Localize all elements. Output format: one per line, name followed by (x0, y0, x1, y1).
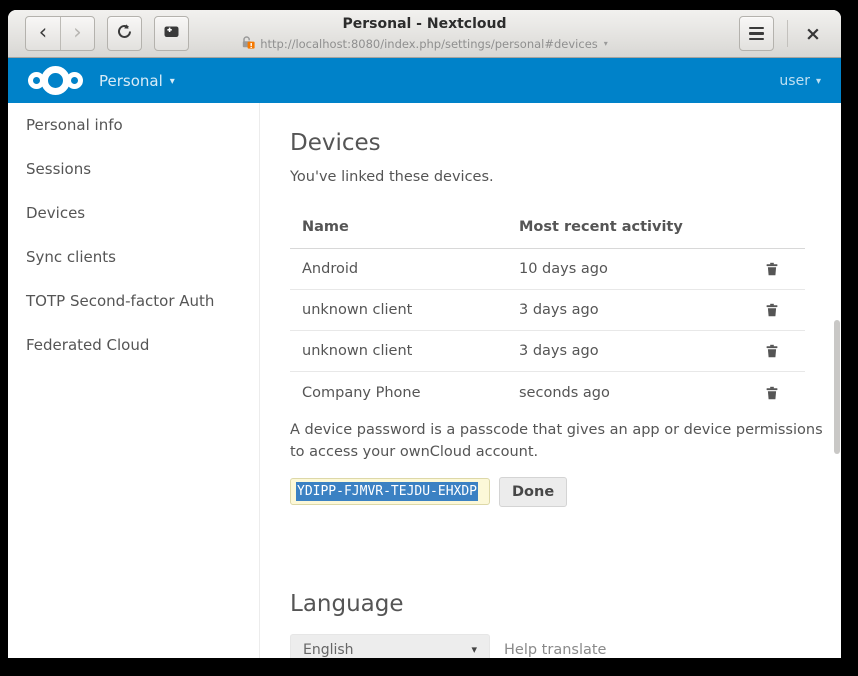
devices-table: Name Most recent activity Android 10 day… (290, 211, 805, 413)
table-row: unknown client 3 days ago (290, 331, 805, 372)
menu-icon (749, 27, 764, 40)
device-activity: 10 days ago (507, 249, 722, 290)
device-password-input[interactable]: YDIPP-FJMVR-TEJDU-EHXDP (290, 478, 490, 505)
nextcloud-logo-icon[interactable] (28, 66, 83, 95)
devices-subtitle: You've linked these devices. (290, 169, 841, 185)
url-dropdown-icon[interactable]: ▾ (604, 39, 608, 48)
device-activity: 3 days ago (507, 290, 722, 331)
back-icon: ‹ (39, 22, 47, 46)
device-name: unknown client (290, 331, 507, 372)
insecure-lock-icon (241, 35, 255, 52)
app-menu-caret-icon: ▾ (170, 74, 175, 87)
language-select-caret-icon: ▾ (471, 643, 477, 656)
reload-icon (116, 23, 133, 44)
done-button[interactable]: Done (499, 477, 567, 507)
app-menu-label: Personal (99, 72, 163, 90)
language-select[interactable]: English ▾ (290, 634, 490, 658)
nav-button-group: ‹ › (25, 16, 189, 51)
settings-content: Devices You've linked these devices. Nam… (260, 103, 841, 658)
back-button[interactable]: ‹ (26, 17, 60, 50)
trash-icon (764, 343, 780, 359)
language-selected-value: English (303, 642, 471, 658)
app-menu-button[interactable]: Personal ▾ (99, 72, 175, 90)
device-name: Android (290, 249, 507, 290)
sidebar-item-personal-info[interactable]: Personal info (8, 103, 259, 147)
table-row: Android 10 days ago (290, 249, 805, 290)
browser-window: ‹ › (8, 10, 841, 658)
url-text: http://localhost:8080/index.php/settings… (260, 37, 598, 51)
table-row: unknown client 3 days ago (290, 290, 805, 331)
titlebar-center: Personal - Nextcloud http://localhost:80… (168, 16, 681, 52)
forward-icon: › (73, 22, 81, 46)
sidebar-item-federated-cloud[interactable]: Federated Cloud (8, 323, 259, 367)
titlebar-right-group: × (739, 16, 826, 51)
browser-titlebar: ‹ › (8, 10, 841, 58)
window-title: Personal - Nextcloud (168, 16, 681, 33)
trash-icon (764, 261, 780, 277)
user-menu-caret-icon: ▾ (816, 74, 821, 87)
sidebar-item-sync-clients[interactable]: Sync clients (8, 235, 259, 279)
reload-button[interactable] (107, 16, 142, 51)
sidebar-item-sessions[interactable]: Sessions (8, 147, 259, 191)
close-icon: × (805, 23, 821, 45)
scrollbar[interactable] (834, 320, 840, 454)
help-translate-link[interactable]: Help translate (504, 642, 606, 658)
device-name: Company Phone (290, 372, 507, 413)
user-menu-label: user (779, 73, 810, 89)
settings-sidebar: Personal info Sessions Devices Sync clie… (8, 103, 260, 658)
device-password-hint: A device password is a passcode that giv… (290, 419, 830, 464)
menu-button[interactable] (739, 16, 774, 51)
history-buttons: ‹ › (25, 16, 95, 51)
devices-section-title: Devices (290, 130, 841, 156)
table-row: Company Phone seconds ago (290, 372, 805, 413)
device-activity: seconds ago (507, 372, 722, 413)
forward-button[interactable]: › (60, 17, 94, 50)
nextcloud-header: Personal ▾ user ▾ (8, 58, 841, 103)
user-menu-button[interactable]: user ▾ (779, 73, 821, 89)
sidebar-item-totp[interactable]: TOTP Second-factor Auth (8, 279, 259, 323)
device-password-value: YDIPP-FJMVR-TEJDU-EHXDP (296, 482, 478, 501)
settings-page: Personal info Sessions Devices Sync clie… (8, 103, 841, 658)
device-activity: 3 days ago (507, 331, 722, 372)
url-bar[interactable]: http://localhost:8080/index.php/settings… (168, 35, 681, 52)
language-section: Language English ▾ Help translate (290, 591, 841, 658)
delete-device-button[interactable] (764, 261, 780, 277)
trash-icon (764, 302, 780, 318)
delete-device-button[interactable] (764, 302, 780, 318)
sidebar-item-devices[interactable]: Devices (8, 191, 259, 235)
language-section-title: Language (290, 591, 841, 617)
titlebar-separator (787, 20, 788, 47)
delete-device-button[interactable] (764, 385, 780, 401)
device-name: unknown client (290, 290, 507, 331)
delete-device-button[interactable] (764, 343, 780, 359)
column-header-activity: Most recent activity (507, 211, 722, 249)
close-button[interactable]: × (800, 16, 826, 51)
device-password-row: YDIPP-FJMVR-TEJDU-EHXDP Done (290, 477, 841, 507)
column-header-name: Name (290, 211, 507, 249)
trash-icon (764, 385, 780, 401)
